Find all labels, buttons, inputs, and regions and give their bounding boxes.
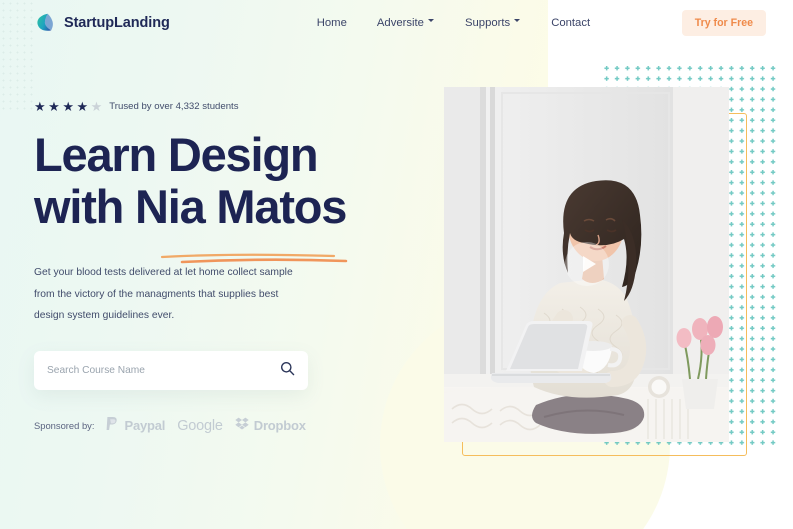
brand-name: StartupLanding <box>64 15 170 31</box>
sponsors-label: Sponsored by: <box>34 420 95 431</box>
nav-item-adversite[interactable]: Adversite <box>377 17 435 29</box>
star-filled-icon: ★ <box>62 99 74 114</box>
sponsor-paypal: Paypal <box>106 416 165 436</box>
nav-label: Home <box>316 17 347 29</box>
search-bar[interactable] <box>34 350 308 390</box>
brand-logo[interactable]: StartupLanding <box>34 12 170 34</box>
sponsor-dropbox: Dropbox <box>235 417 306 435</box>
chevron-down-icon <box>514 18 521 26</box>
nav-label: Contact <box>551 17 591 29</box>
play-button[interactable] <box>565 242 609 286</box>
search-input[interactable] <box>47 364 280 376</box>
star-filled-icon: ★ <box>76 99 89 114</box>
rating-row: ★ ★ ★ ★ ★ Trused by over 4,332 students <box>34 100 414 113</box>
star-rating: ★ ★ ★ ★ ★ <box>34 100 102 113</box>
try-for-free-button[interactable]: Try for Free <box>681 10 766 36</box>
sponsors-row: Sponsored by: Paypal Google Dropbox <box>34 416 414 436</box>
sponsor-name: Dropbox <box>253 418 306 433</box>
star-empty-icon: ★ <box>90 99 103 114</box>
sponsor-name: Paypal <box>124 418 166 433</box>
nav-label: Supports <box>464 17 511 29</box>
nav-item-contact[interactable]: Contact <box>551 17 590 29</box>
main-navigation: Home Adversite Supports Contact <box>317 17 590 29</box>
page-stage: StartupLanding Home Adversite Supports C… <box>0 0 793 529</box>
hero-content: ★ ★ ★ ★ ★ Trused by over 4,332 students … <box>34 100 414 436</box>
headline-underline-decoration <box>34 225 384 264</box>
rating-text: Trused by over 4,332 students <box>109 101 239 112</box>
leaf-logo-icon <box>34 12 56 34</box>
search-button[interactable] <box>280 361 295 379</box>
paypal-icon <box>106 416 119 436</box>
star-filled-icon: ★ <box>34 99 46 114</box>
star-filled-icon: ★ <box>48 99 60 114</box>
dropbox-icon <box>235 417 249 435</box>
page-title: Learn Design with Nia Matos <box>34 128 414 264</box>
site-header: StartupLanding Home Adversite Supports C… <box>0 0 793 46</box>
hero-paragraph: Get your blood tests delivered at let ho… <box>34 267 293 321</box>
chevron-down-icon <box>427 18 435 26</box>
nav-item-supports[interactable]: Supports <box>465 17 521 29</box>
search-icon <box>280 361 295 379</box>
headline-line-1: Learn Design <box>34 128 319 181</box>
sponsor-name: Google <box>177 417 223 434</box>
sponsor-google: Google <box>177 418 223 434</box>
nav-item-home[interactable]: Home <box>317 17 347 29</box>
nav-label: Adversite <box>376 17 424 29</box>
